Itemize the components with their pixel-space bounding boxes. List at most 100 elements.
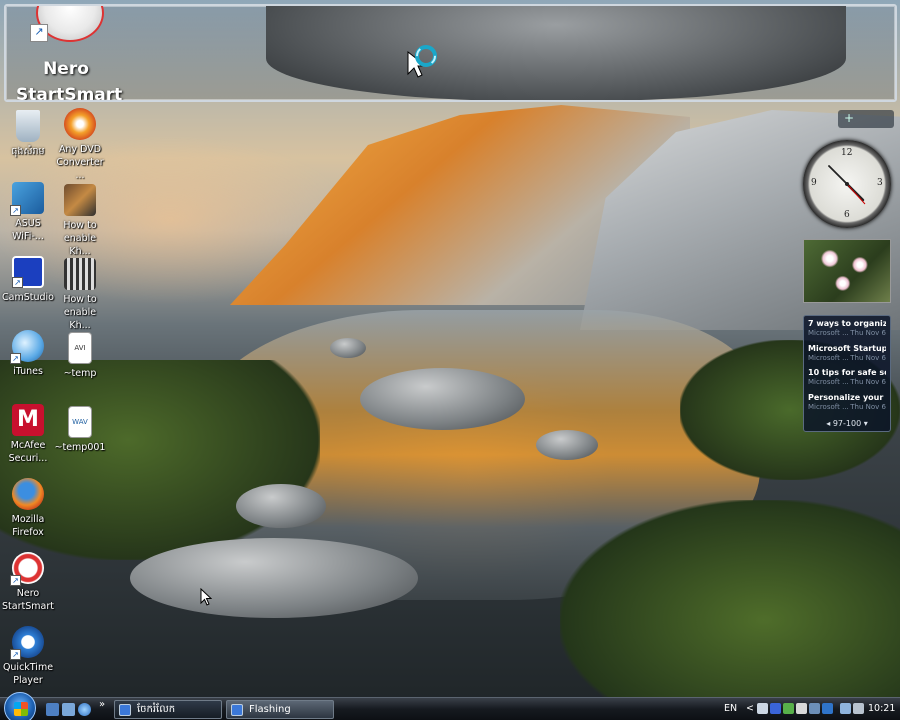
desktop-icon-label: How to enable Kh... — [63, 220, 97, 257]
desktop-icon-label: Any DVD Converter ... — [56, 144, 104, 181]
wallpaper-rock — [130, 538, 418, 618]
desktop-icon-asus-wifi[interactable]: ↗ ASUS WiFi-... — [0, 182, 56, 243]
tray-app-icon[interactable] — [770, 703, 781, 714]
desktop-icon-label: QuickTime Player — [2, 662, 54, 686]
feed-item[interactable]: Personalize your p... Microsoft ...Thu N… — [808, 393, 886, 418]
desktop-icon-recycle-bin[interactable]: ធុងសំរាម — [0, 110, 56, 158]
desktop-icon-nero[interactable]: ↗ Nero StartSmart — [0, 552, 56, 613]
shortcut-arrow-icon: ↗ — [10, 575, 21, 586]
feed-source: Microsoft ... — [808, 353, 849, 362]
feed-date: Thu Nov 6 — [850, 329, 886, 337]
wallpaper-rock — [360, 368, 525, 430]
slideshow-gadget[interactable] — [803, 239, 891, 303]
folder-window-icon — [119, 704, 131, 716]
wav-file-icon: WAV — [68, 406, 92, 438]
taskbar-button-window-1[interactable]: ចែករំលែក — [114, 700, 222, 719]
camstudio-icon: ↗ — [12, 256, 44, 288]
desktop-icon-label: McAfee Securi... — [8, 440, 48, 464]
desktop-icon-label: How to enable Kh... — [63, 294, 97, 331]
show-hidden-icons-button[interactable]: < — [746, 700, 754, 718]
taskbar-button-label: Flashing — [249, 704, 291, 715]
show-desktop-icon[interactable] — [46, 703, 59, 716]
busy-cursor-icon — [407, 45, 437, 78]
internet-explorer-icon[interactable] — [78, 703, 91, 716]
application-window-icon — [231, 704, 243, 716]
desktop-icon-firefox[interactable]: Mozilla Firefox — [0, 478, 56, 539]
feed-title: 10 tips for safe soc... — [808, 368, 886, 377]
desktop-icon-label: CamStudio — [2, 292, 54, 303]
feed-item[interactable]: 7 ways to organize... Microsoft ...Thu N… — [808, 319, 886, 344]
desktop-icon-quicktime[interactable]: ↗ QuickTime Player — [0, 626, 56, 687]
desktop-icon-label: ធុងសំរាម — [11, 146, 45, 157]
switch-windows-icon[interactable] — [62, 703, 75, 716]
desktop-icon-how-to-2[interactable]: How to enable Kh... — [52, 258, 108, 332]
wallpaper-rock — [330, 338, 366, 358]
desktop-icon-itunes[interactable]: ↗ iTunes — [0, 330, 56, 378]
feed-item[interactable]: 10 tips for safe soc... Microsoft ...Thu… — [808, 368, 886, 393]
video-file-icon — [64, 258, 96, 290]
avi-file-icon: AVI — [68, 332, 92, 364]
feed-date: Thu Nov 6 — [850, 402, 886, 411]
tray-app-icon[interactable] — [783, 703, 794, 714]
feed-source: Microsoft ... — [808, 329, 849, 337]
video-file-icon — [64, 184, 96, 216]
tray-app-icon[interactable] — [796, 703, 807, 714]
nero-icon: ↗ — [10, 552, 44, 586]
clock-hands-icon — [828, 165, 866, 205]
desktop-icon-temp001[interactable]: WAV ~temp001 — [52, 406, 108, 454]
feed-title: Microsoft Startup ... — [808, 343, 886, 353]
quicktime-icon: ↗ — [10, 626, 44, 660]
feed-headlines-gadget[interactable]: 7 ways to organize... Microsoft ...Thu N… — [803, 315, 891, 432]
shortcut-arrow-icon: ↗ — [30, 24, 48, 42]
desktop-icon-any-dvd[interactable]: Any DVD Converter ... — [52, 108, 108, 182]
desktop-icon-how-to-1[interactable]: How to enable Kh... — [52, 184, 108, 258]
desktop-icon-camstudio[interactable]: ↗ CamStudio — [0, 256, 56, 304]
clock-time[interactable]: 10:21 — [868, 700, 895, 718]
mouse-pointer-icon — [200, 588, 212, 606]
tray-app-icon[interactable] — [822, 703, 833, 714]
shortcut-arrow-icon: ↗ — [12, 277, 23, 288]
preview-label-line1: Nero — [43, 59, 89, 79]
wallpaper-grass-right — [560, 500, 900, 700]
feed-source: Microsoft ... — [808, 378, 849, 386]
desktop-icon-temp[interactable]: AVI ~temp — [52, 332, 108, 380]
tray-app-icon[interactable] — [809, 703, 820, 714]
network-icon[interactable] — [840, 703, 851, 714]
shortcut-arrow-icon: ↗ — [10, 353, 21, 364]
feed-title: Personalize your p... — [808, 392, 886, 402]
sidebar-toolbar[interactable]: + — [838, 110, 894, 128]
volume-icon[interactable] — [853, 703, 864, 714]
tray-app-icon[interactable] — [757, 703, 768, 714]
firefox-icon — [12, 478, 44, 510]
feed-source: Microsoft ... — [808, 402, 849, 411]
taskbar-button-flashing[interactable]: Flashing — [226, 700, 334, 719]
feed-item[interactable]: Microsoft Startup ... Microsoft ...Thu N… — [808, 344, 886, 369]
desktop-icon-label: ~temp001 — [54, 442, 106, 453]
preview-rock — [266, 6, 846, 100]
feed-pager[interactable]: ◂ 97-100 ▾ — [804, 419, 890, 428]
feed-date: Thu Nov 6 — [850, 378, 886, 386]
clock-gadget[interactable]: 12 3 6 9 — [803, 140, 891, 228]
desktop-icon-label: Nero StartSmart — [2, 588, 54, 612]
feed-title: 7 ways to organize... — [808, 319, 886, 328]
wifi-icon: ↗ — [10, 182, 44, 216]
windows-logo-icon — [14, 702, 28, 716]
shortcut-arrow-icon: ↗ — [10, 649, 21, 660]
start-button[interactable] — [4, 692, 36, 720]
preview-label-line2: StartSmart — [16, 85, 123, 102]
itunes-icon: ↗ — [10, 330, 44, 364]
recycle-bin-icon — [16, 110, 40, 142]
taskbar-button-label: ចែករំលែក — [137, 704, 176, 715]
desktop-icon-label: ASUS WiFi-... — [12, 218, 44, 242]
drag-preview-banner: ↗ Nero StartSmart — [4, 4, 897, 102]
desktop-icon-label: iTunes — [13, 366, 43, 377]
quicklaunch-overflow-button[interactable]: » — [99, 696, 105, 714]
wallpaper-rock — [536, 430, 598, 460]
wallpaper-rock — [236, 484, 326, 528]
language-indicator[interactable]: EN — [724, 700, 737, 718]
taskbar: » ចែករំលែក Flashing EN < 10:21 — [0, 692, 900, 720]
add-gadget-button[interactable]: + — [844, 111, 854, 125]
shortcut-arrow-icon: ↗ — [10, 205, 21, 216]
desktop-icon-mcafee[interactable]: M McAfee Securi... — [0, 404, 56, 465]
desktop-icon-label: Mozilla Firefox — [11, 514, 45, 538]
